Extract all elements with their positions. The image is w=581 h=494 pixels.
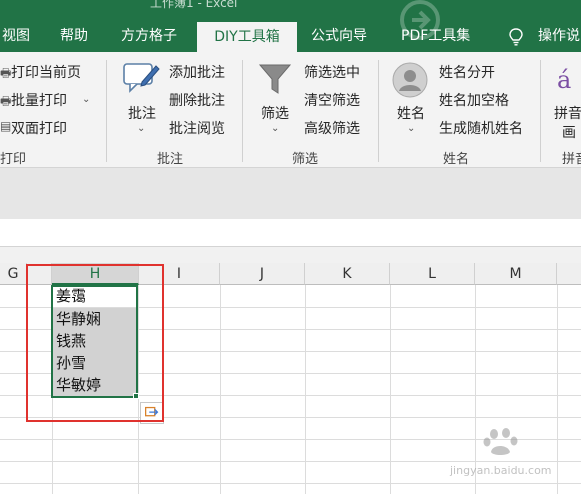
column-header-K[interactable]: K — [305, 263, 390, 285]
formula-bar[interactable] — [0, 219, 581, 247]
ribbon-panel: 🖶 打印当前页 🖶 批量打印 ⌄ ▤ 双面打印 打印 批注 ⌄ 添加批注 删除批… — [0, 52, 581, 168]
window-title: 工作簿1 - Excel — [150, 0, 238, 10]
column-header-M[interactable]: M — [475, 263, 557, 285]
ribbon-separator — [242, 60, 243, 162]
title-and-tab-bar: 工作簿1 - Excel 视图 帮助 方方格子 DIY工具箱 公式向导 PDF工… — [0, 0, 581, 52]
workspace-gap — [0, 168, 581, 219]
filter-button[interactable]: 筛选 — [261, 103, 289, 123]
batch-print-dropdown-icon[interactable]: ⌄ — [82, 94, 90, 105]
name-dropdown-icon[interactable]: ⌄ — [407, 123, 415, 134]
pinyin-button[interactable]: 拼音 — [554, 103, 581, 123]
filter-dropdown-icon[interactable]: ⌄ — [271, 123, 279, 134]
tab-help[interactable]: 帮助 — [60, 20, 88, 52]
comment-button[interactable]: 批注 — [128, 103, 156, 123]
grid-line — [220, 285, 221, 494]
name-group-label: 姓名 — [443, 152, 470, 167]
batch-print-icon: 🖶 — [0, 94, 12, 108]
column-header-G[interactable]: G — [0, 263, 27, 285]
comment-dropdown-icon[interactable]: ⌄ — [137, 123, 145, 134]
column-header-L[interactable]: L — [390, 263, 475, 285]
baidu-paw-logo-icon — [483, 428, 518, 455]
baidu-watermark: jingyan.baidu.com — [448, 428, 578, 488]
batch-print-button[interactable]: 批量打印 — [11, 90, 67, 110]
person-avatar-icon[interactable] — [392, 62, 428, 98]
tab-fangfang[interactable]: 方方格子 — [121, 20, 177, 52]
tab-view[interactable]: 视图 — [0, 20, 36, 52]
column-header-N[interactable] — [557, 263, 581, 285]
column-header-J[interactable]: J — [220, 263, 305, 285]
name-button[interactable]: 姓名 — [397, 103, 425, 123]
clear-filter-button[interactable]: 清空筛选 — [304, 90, 360, 110]
duplex-print-icon: ▤ — [0, 119, 12, 133]
add-comment-button[interactable]: 添加批注 — [169, 62, 225, 82]
watermark-url: jingyan.baidu.com — [450, 464, 552, 477]
printer-icon: 🖶 — [0, 66, 12, 80]
pinyin-icon[interactable]: á — [556, 62, 581, 94]
comment-group-label: 批注 — [157, 152, 184, 167]
comment-pencil-icon[interactable] — [122, 60, 160, 96]
pinyin-group-label: 拼音 — [562, 152, 581, 167]
delete-comment-button[interactable]: 删除批注 — [169, 90, 225, 110]
print-group-label: 打印 — [0, 152, 27, 167]
random-name-button[interactable]: 生成随机姓名 — [439, 118, 523, 138]
browse-comments-button[interactable]: 批注阅览 — [169, 118, 225, 138]
grid-line — [390, 285, 391, 494]
ribbon-separator — [106, 60, 107, 162]
duplex-print-button[interactable]: 双面打印 — [11, 118, 67, 138]
grid-line — [305, 285, 306, 494]
ribbon-separator — [378, 60, 379, 162]
advanced-filter-button[interactable]: 高级筛选 — [304, 118, 360, 138]
pinyin-button-line2: 画 — [562, 125, 576, 141]
title-bar: 工作簿1 - Excel — [0, 0, 581, 14]
ribbon-separator — [540, 60, 541, 162]
ribbon-tabs: 视图 帮助 方方格子 DIY工具箱 公式向导 PDF工具集 操作说 — [0, 20, 581, 52]
tab-formula-wizard[interactable]: 公式向导 — [311, 20, 367, 52]
filter-group-label: 筛选 — [292, 152, 319, 167]
lightbulb-icon[interactable] — [508, 28, 524, 46]
funnel-icon[interactable] — [258, 62, 292, 96]
split-name-button[interactable]: 姓名分开 — [439, 62, 495, 82]
print-current-page-button[interactable]: 打印当前页 — [11, 62, 81, 82]
sheet-top-strip — [0, 247, 581, 263]
tab-pdf-tools[interactable]: PDF工具集 — [401, 20, 470, 52]
name-add-space-button[interactable]: 姓名加空格 — [439, 90, 509, 110]
tab-tell-me[interactable]: 操作说 — [538, 20, 580, 52]
annotation-highlight-box — [26, 264, 164, 422]
tab-diy-toolbox[interactable]: DIY工具箱 — [197, 22, 297, 52]
filter-selected-button[interactable]: 筛选选中 — [304, 62, 360, 82]
svg-text:á: á — [557, 66, 571, 94]
